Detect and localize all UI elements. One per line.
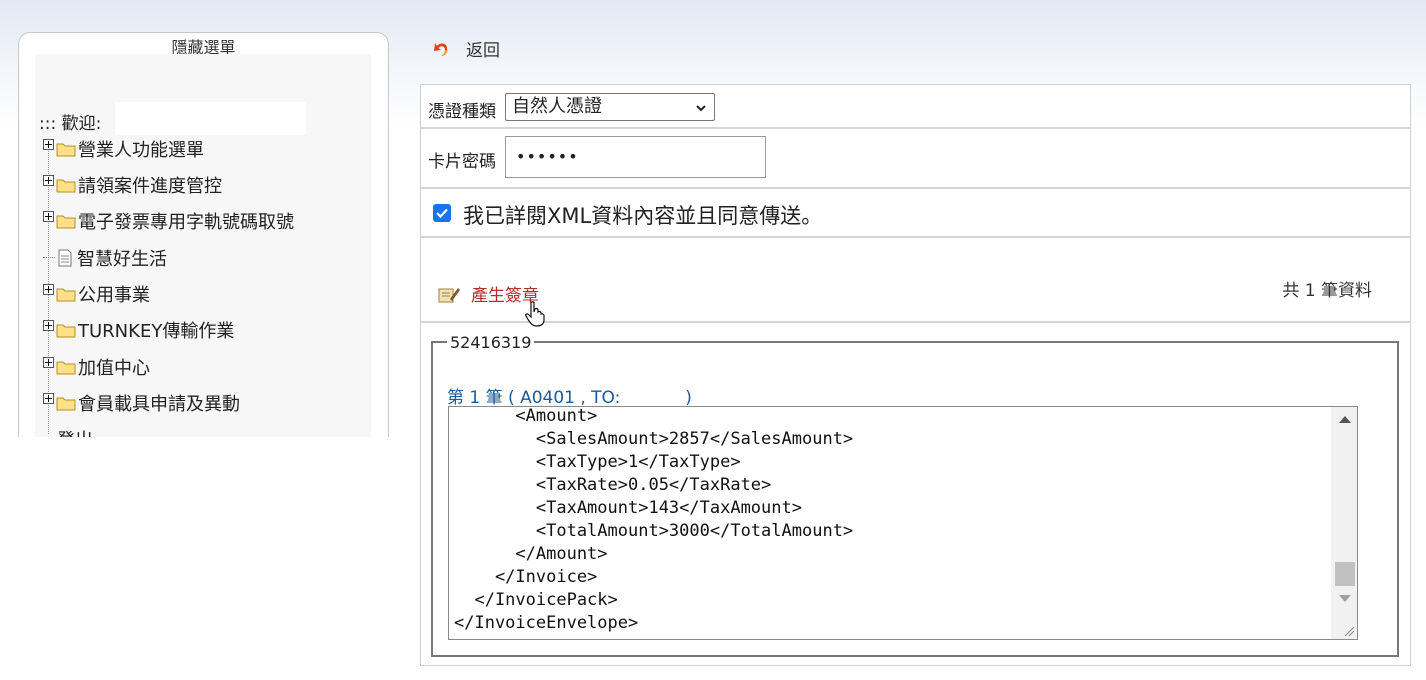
record-fieldset: 52416319 第 1 筆 ( A0401 , TO: ) <Amount> … [431, 333, 1399, 657]
menu-item-label: 加值中心 [78, 358, 150, 379]
menu-item-label: 營業人功能選單 [78, 140, 204, 161]
record-legend: 52416319 [447, 333, 535, 352]
menu-panel: ::: 歡迎: 營業人功能選單 請領案件進度管控 電子發票專用字軌號碼取號 智慧… [35, 54, 371, 437]
xml-line: </InvoiceEnvelope> [454, 613, 639, 633]
back-link[interactable]: 返回 [432, 36, 500, 61]
record-count: 共 1 筆資料 [1282, 281, 1372, 301]
menu-item-label: 智慧好生活 [77, 249, 167, 270]
xml-line: <SalesAmount>2857</SalesAmount> [454, 429, 854, 449]
folder-icon [56, 143, 76, 157]
folder-icon [56, 324, 76, 338]
xml-textarea[interactable]: <Amount> <SalesAmount>2857</SalesAmount>… [448, 406, 1358, 640]
menu-item-business-functions[interactable]: 營業人功能選單 [43, 134, 204, 164]
xml-line: <TotalAmount>3000</TotalAmount> [454, 521, 854, 541]
xml-line: <TaxRate>0.05</TaxRate> [454, 475, 772, 495]
menu-item-label: 請領案件進度管控 [78, 176, 222, 197]
hand-cursor-icon [525, 301, 545, 327]
folder-icon [56, 215, 76, 229]
xml-scrollbar[interactable] [1331, 407, 1357, 639]
hide-menu-toggle[interactable]: 隱藏選單 [19, 33, 388, 57]
record-title: 第 1 筆 ( A0401 , TO: ) [447, 388, 692, 408]
menu-item-member-carrier[interactable]: 會員載具申請及異動 [43, 388, 240, 418]
folder-icon [56, 361, 76, 375]
menu-item-smart-life[interactable]: 智慧好生活 [43, 243, 167, 273]
menu-item-label: 公用事業 [78, 285, 150, 306]
scroll-thumb[interactable] [1335, 562, 1355, 586]
expand-icon[interactable] [43, 356, 54, 368]
menu-item-invoice-number-track[interactable]: 電子發票專用字軌號碼取號 [43, 206, 294, 236]
scroll-up-icon[interactable] [1339, 416, 1351, 423]
resize-grip-icon[interactable] [1343, 625, 1355, 637]
tree-connector [43, 256, 55, 258]
menu-item-label: 電子發票專用字軌號碼取號 [78, 212, 294, 233]
menu-item-case-progress[interactable]: 請領案件進度管控 [43, 170, 222, 200]
xml-line: </InvoicePack> [454, 590, 618, 610]
expand-icon[interactable] [43, 392, 54, 404]
menu-item-label: 會員載具申請及異動 [78, 394, 240, 415]
expand-icon[interactable] [43, 283, 54, 295]
sidebar-menu: 隱藏選單 ::: 歡迎: 營業人功能選單 請領案件進度管控 電子發票專用字軌號碼… [18, 32, 389, 437]
back-arrow-icon [434, 42, 448, 56]
welcome-user-blank [115, 102, 306, 135]
xml-line: <Amount> [454, 406, 598, 426]
sign-pen-icon [438, 287, 460, 302]
expand-icon[interactable] [43, 319, 54, 331]
welcome-text: ::: 歡迎: [39, 114, 102, 134]
menu-item-value-added-center[interactable]: 加值中心 [43, 352, 150, 382]
xml-line: </Invoice> [454, 567, 598, 587]
menu-item-logout[interactable]: 登出 [43, 424, 93, 437]
xml-line: </Amount> [454, 544, 608, 564]
folder-icon [56, 397, 76, 411]
xml-line: <TaxType>1</TaxType> [454, 452, 741, 472]
expand-icon[interactable] [43, 174, 54, 186]
document-icon [58, 249, 72, 267]
scroll-down-icon[interactable] [1339, 595, 1351, 602]
folder-icon [56, 288, 76, 302]
back-label: 返回 [466, 41, 500, 61]
menu-item-turnkey[interactable]: TURNKEY傳輸作業 [43, 315, 234, 345]
folder-icon [56, 179, 76, 193]
menu-item-utilities[interactable]: 公用事業 [43, 279, 150, 309]
action-row: 產生簽章 共 1 筆資料 [421, 85, 1410, 327]
generate-signature-button[interactable]: 產生簽章 [437, 281, 539, 306]
main-form: 憑證種類 自然人憑證 卡片密碼 •••••• 我已詳閱XML資料內容並且同意傳送… [420, 84, 1411, 666]
menu-item-label: 登出 [57, 426, 93, 437]
menu-item-label: TURNKEY傳輸作業 [78, 321, 235, 342]
expand-icon[interactable] [43, 210, 54, 222]
expand-icon[interactable] [43, 138, 54, 150]
xml-line: <TaxAmount>143</TaxAmount> [454, 498, 802, 518]
